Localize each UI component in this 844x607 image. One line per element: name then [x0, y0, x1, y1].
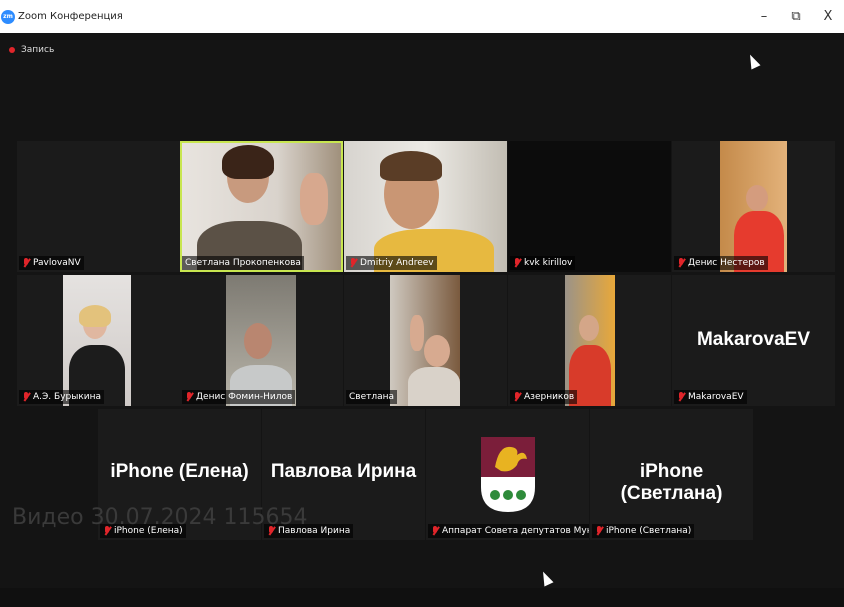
window-titlebar: zm Zoom Конференция – ⧉ X [0, 0, 844, 33]
mic-muted-icon [513, 392, 521, 402]
participant-display-name: MakarovaEV [696, 329, 810, 350]
person-hair [380, 151, 442, 181]
mic-muted-icon [267, 526, 275, 536]
participant-name-tag: Денис Фомин-Нилов [182, 390, 296, 404]
participant-name-tag: iPhone (Светлана) [592, 524, 695, 538]
participant-name-tag: А.Э. Бурыкина [19, 390, 105, 404]
participant-tile[interactable]: Павлова Ирина Павлова Ирина [262, 409, 425, 540]
mic-muted-icon [22, 258, 30, 268]
mouse-cursor-icon [538, 569, 554, 587]
participant-tile[interactable]: Светлана [344, 275, 507, 406]
video-feed [565, 275, 615, 406]
participant-tile[interactable]: iPhone (Светлана) iPhone (Светлана) [590, 409, 753, 540]
person-hair [79, 305, 111, 327]
mic-muted-icon [22, 392, 30, 402]
close-button[interactable]: X [812, 0, 844, 33]
coat-of-arms-icon [481, 437, 535, 512]
participant-tile[interactable]: iPhone (Елена) iPhone (Елена) [98, 409, 261, 540]
participant-name-tag: Светлана [346, 390, 398, 404]
participant-display-name: iPhone (Елена) [110, 461, 249, 482]
mic-muted-icon [595, 526, 603, 536]
bottom-toolbar [0, 588, 844, 607]
mic-muted-icon [349, 258, 357, 268]
window-title: Zoom Конференция [18, 11, 123, 22]
participant-name-tag: PavlovaNV [19, 256, 84, 270]
person-face [746, 185, 768, 211]
participant-tile[interactable]: MakarovaEV MakarovaEV [672, 275, 835, 406]
mic-muted-icon [103, 526, 111, 536]
participant-tile[interactable]: Азерников [508, 275, 671, 406]
person-face [244, 323, 272, 359]
participant-tile[interactable]: PavlovaNV [17, 141, 180, 272]
video-feed [344, 141, 507, 272]
video-feed [226, 275, 296, 406]
participant-name-tag: kvk kirillov [510, 256, 576, 270]
restore-button[interactable]: ⧉ [780, 0, 812, 33]
mic-muted-icon [677, 258, 685, 268]
person-face [424, 335, 450, 367]
video-feed [63, 275, 131, 406]
participant-tile[interactable]: Аппарат Совета депутатов Муници... [426, 409, 589, 540]
participant-tile[interactable]: kvk kirillov [508, 141, 671, 272]
mic-muted-icon [431, 526, 439, 536]
participant-name-tag: Светлана Прокопенкова [182, 256, 304, 270]
person-body [408, 367, 460, 406]
participant-name-tag: MakarovaEV [674, 390, 747, 404]
minimize-button[interactable]: – [748, 0, 780, 33]
participant-tile-active-speaker[interactable]: Светлана Прокопенкова [180, 141, 343, 272]
record-dot-icon [9, 47, 15, 53]
participant-display-name: Павлова Ирина [270, 461, 417, 482]
video-feed [720, 141, 787, 272]
person-face [579, 315, 599, 341]
participant-name-tag: Денис Нестеров [674, 256, 768, 270]
recording-indicator[interactable]: Запись [5, 42, 58, 58]
person-hand [410, 315, 424, 351]
zoom-app-icon: zm [1, 9, 15, 24]
participant-name-tag: Dmitriy Andreev [346, 256, 437, 270]
participant-name-tag: iPhone (Елена) [100, 524, 186, 538]
person-hand [300, 173, 328, 225]
participant-name-tag: Аппарат Совета депутатов Муници... [428, 524, 589, 538]
participant-display-name: iPhone (Светлана) [620, 461, 723, 504]
participant-tile[interactable]: Денис Фомин-Нилов [180, 275, 343, 406]
mic-muted-icon [185, 392, 193, 402]
mouse-cursor-icon [745, 52, 761, 70]
participant-tile[interactable]: Dmitriy Andreev [344, 141, 507, 272]
mic-muted-icon [677, 392, 685, 402]
recording-label: Запись [21, 45, 55, 55]
participant-name-tag: Павлова Ирина [264, 524, 354, 538]
video-feed [390, 275, 460, 406]
person-hair [222, 145, 274, 179]
mic-muted-icon [513, 258, 521, 268]
participant-name-tag: Азерников [510, 390, 578, 404]
video-feed [182, 143, 341, 270]
participant-tile[interactable]: Денис Нестеров [672, 141, 835, 272]
participant-tile[interactable]: А.Э. Бурыкина [17, 275, 180, 406]
